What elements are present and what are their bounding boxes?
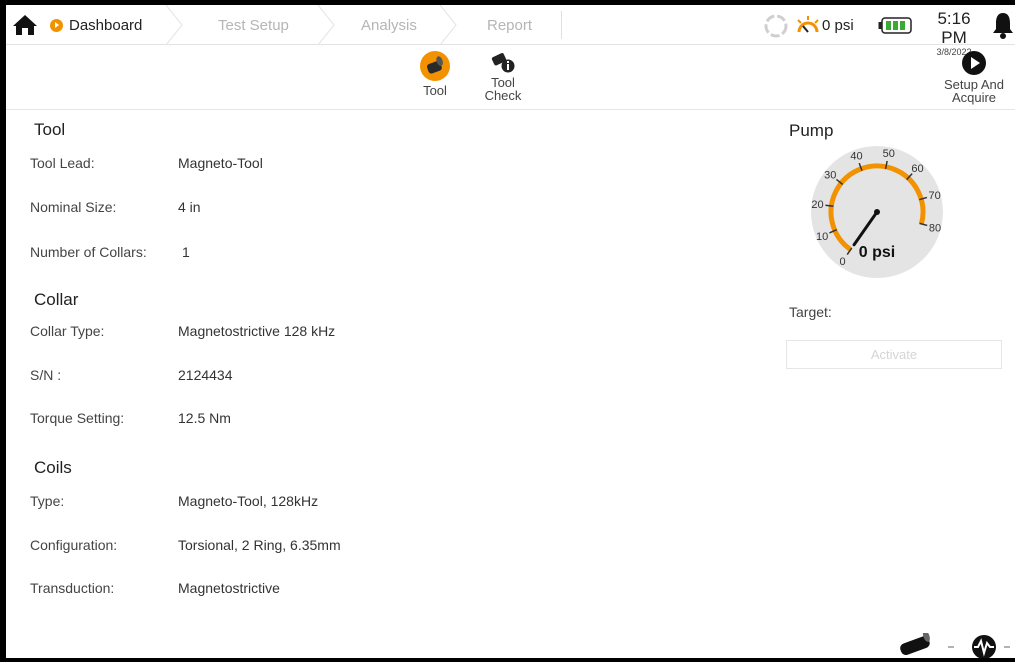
field-value: Magnetostrictive xyxy=(178,580,280,596)
clock-time: 5:16 PM xyxy=(937,9,971,47)
field-label: Tool Lead: xyxy=(30,155,95,171)
pressure-status: 0 psi xyxy=(822,5,854,45)
chevron-right-icon xyxy=(439,5,457,45)
field-label: Configuration: xyxy=(30,537,118,553)
target-label: Target: xyxy=(789,304,832,320)
gauge-tick-label: 20 xyxy=(811,199,823,211)
breadcrumb-label: Analysis xyxy=(361,16,417,34)
field-value: Magneto-Tool xyxy=(178,155,263,171)
gauge-tick-label: 0 xyxy=(840,256,846,268)
gauge-hub xyxy=(874,209,880,215)
field-label: S/N : xyxy=(30,367,62,383)
gauge-tick-label: 30 xyxy=(824,169,836,181)
tool-cylinder-icon xyxy=(900,633,930,656)
top-bar: Dashboard Test Setup Analysis Report 0 p… xyxy=(6,5,1015,57)
tool-button-label: Tool xyxy=(423,83,447,98)
field-label: Type: xyxy=(30,493,65,509)
breadcrumb-label: Test Setup xyxy=(218,16,289,34)
field-value: 1 xyxy=(182,244,190,260)
sync-spinner-icon xyxy=(764,14,788,38)
breadcrumb-test-setup[interactable]: Test Setup xyxy=(218,5,289,45)
field-value: Torsional, 2 Ring, 6.35mm xyxy=(178,537,341,553)
breadcrumb-label: Dashboard xyxy=(69,16,143,34)
divider xyxy=(561,11,562,39)
activate-button[interactable]: Activate xyxy=(786,340,1002,369)
gauge-tick-label: 80 xyxy=(929,223,941,235)
field-label: Number of Collars: xyxy=(30,244,147,260)
gauge-tick-label: 40 xyxy=(850,151,862,163)
field-value: 12.5 Nm xyxy=(178,410,231,426)
signal-waveform-icon xyxy=(972,635,996,658)
field-label: Transduction: xyxy=(30,580,115,596)
breadcrumb-dashboard[interactable]: Dashboard xyxy=(50,5,142,45)
tool-check-label-2: Check xyxy=(484,88,522,103)
bell-icon[interactable] xyxy=(992,11,1014,39)
section-title-coils: Coils xyxy=(34,458,72,477)
pump-gauge-icon xyxy=(797,16,819,33)
gauge-tick xyxy=(825,204,834,208)
app-frame: Dashboard Test Setup Analysis Report 0 p… xyxy=(6,5,1015,658)
toolbar: Tool Tool Check Setup And Acquire xyxy=(6,46,1015,110)
field-label: Nominal Size: xyxy=(30,199,117,215)
section-title-collar: Collar xyxy=(34,290,79,309)
breadcrumb-report[interactable]: Report xyxy=(487,5,532,45)
chevron-right-icon xyxy=(165,5,183,45)
tool-check-icon xyxy=(491,53,515,73)
play-circle-icon xyxy=(50,18,63,32)
field-value: Magneto-Tool, 128kHz xyxy=(178,493,319,509)
field-value: 2124434 xyxy=(178,367,233,383)
bottom-status-icons xyxy=(900,633,1010,658)
gauge-tick-label: 10 xyxy=(816,231,828,243)
gauge-tick-label: 60 xyxy=(911,163,923,175)
field-value: 4 in xyxy=(178,199,201,215)
play-icon xyxy=(962,51,986,75)
battery-icon xyxy=(878,17,912,34)
gauge-tick-label: 70 xyxy=(928,190,940,202)
tool-button[interactable]: Tool xyxy=(410,50,460,97)
field-label: Torque Setting: xyxy=(30,410,125,426)
gauge-tick-label: 50 xyxy=(883,148,895,160)
setup-label-2: Acquire xyxy=(951,90,997,105)
section-title-tool: Tool xyxy=(34,120,66,139)
breadcrumb-analysis[interactable]: Analysis xyxy=(361,5,417,45)
breadcrumb-label: Report xyxy=(487,16,533,34)
chevron-right-icon xyxy=(317,5,335,45)
field-value: Magnetostrictive 128 kHz xyxy=(178,323,336,339)
section-title-pump: Pump xyxy=(789,121,834,140)
home-icon[interactable] xyxy=(12,14,38,36)
tool-icon xyxy=(420,51,450,81)
setup-acquire-button[interactable]: Setup And Acquire xyxy=(934,50,1014,104)
pump-pressure-gauge: 0 10 20 30 40 50 60 70 80 0 psi xyxy=(811,146,943,278)
pressure-readout: 0 psi xyxy=(822,16,854,34)
field-label: Collar Type: xyxy=(30,323,105,339)
tool-check-button[interactable]: Tool Check xyxy=(478,50,528,102)
gauge-readout: 0 psi xyxy=(859,244,895,261)
